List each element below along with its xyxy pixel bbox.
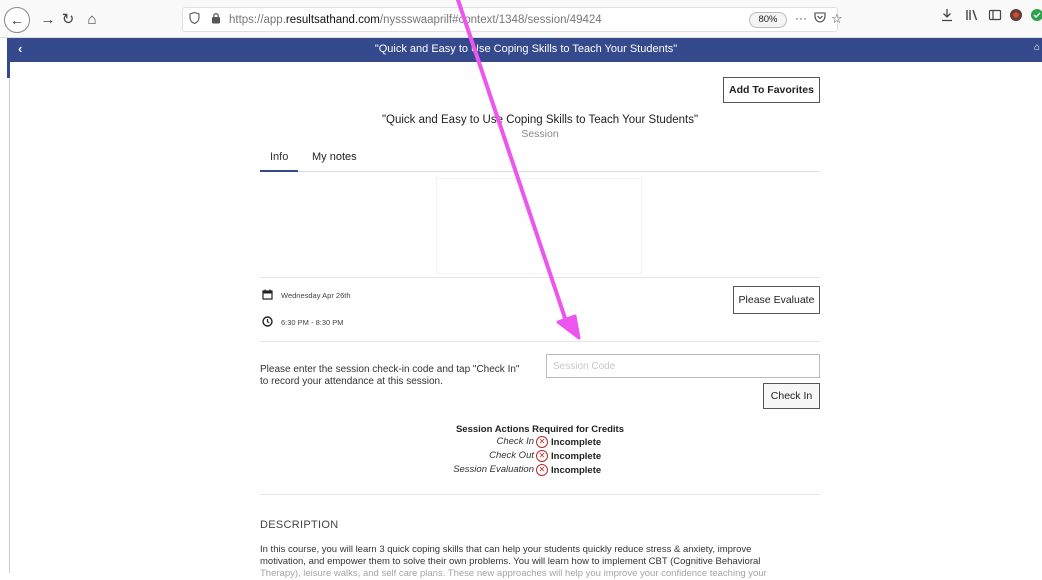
calendar-icon bbox=[262, 289, 273, 303]
browser-reload-button[interactable]: ↻ bbox=[56, 7, 80, 31]
active-tab-indicator bbox=[260, 170, 298, 172]
lock-icon[interactable] bbox=[211, 12, 223, 27]
divider bbox=[260, 494, 820, 495]
tab-my-notes[interactable]: My notes bbox=[312, 151, 357, 163]
url-text[interactable]: https://app.resultsathand.com/nyssswaapr… bbox=[229, 14, 602, 26]
description-line: In this course, you will learn 3 quick c… bbox=[260, 544, 752, 555]
requirement-status-text: Incomplete bbox=[551, 464, 602, 476]
session-tabs: Info My notes bbox=[260, 148, 820, 172]
incomplete-x-icon: ✕ bbox=[536, 464, 548, 476]
pocket-icon[interactable] bbox=[814, 11, 826, 26]
description-line: Therapy), leisure walks, and self care p… bbox=[260, 568, 767, 579]
session-image bbox=[436, 178, 642, 274]
tracking-shield-icon[interactable] bbox=[189, 11, 203, 27]
requirement-label: Session Evaluation bbox=[453, 464, 534, 475]
divider bbox=[260, 277, 820, 278]
requirement-status: ✕ Incomplete bbox=[536, 436, 601, 448]
header-home-icon[interactable]: ⌂ bbox=[1034, 42, 1040, 53]
browser-toolbar: ← → ↻ ⌂ https://app.resultsathand.com/ny… bbox=[0, 0, 1042, 38]
arrow-right-icon: → bbox=[40, 10, 56, 28]
session-date: Wednesday Apr 26th bbox=[281, 291, 351, 300]
session-subtitle: Session bbox=[521, 128, 559, 140]
annotation-arrow bbox=[456, 0, 581, 340]
zoom-level-badge[interactable]: 80% bbox=[749, 12, 787, 28]
home-icon: ⌂ bbox=[87, 10, 97, 28]
requirement-status: ✕ Incomplete bbox=[536, 450, 601, 462]
bookmark-star-icon[interactable]: ☆ bbox=[831, 11, 843, 27]
description-body: In this course, you will learn 3 quick c… bbox=[260, 544, 820, 580]
left-edge-strip bbox=[0, 38, 10, 573]
description-heading: DESCRIPTION bbox=[260, 519, 339, 531]
requirement-status-text: Incomplete bbox=[551, 436, 602, 448]
url-host: resultsathand.com bbox=[285, 13, 380, 26]
header-title: "Quick and Easy to Use Coping Skills to … bbox=[374, 43, 678, 55]
description-line: motivation, and empower them to solve th… bbox=[260, 556, 761, 567]
url-prefix: https://app. bbox=[229, 13, 286, 26]
reload-icon: ↻ bbox=[61, 11, 75, 28]
arrow-left-icon: ← bbox=[10, 12, 24, 28]
tab-info[interactable]: Info bbox=[270, 151, 288, 163]
requirement-status: ✕ Incomplete bbox=[536, 464, 601, 476]
browser-home-button[interactable]: ⌂ bbox=[80, 7, 104, 31]
requirement-row: Check In ✕ Incomplete bbox=[260, 436, 820, 448]
requirement-row: Session Evaluation ✕ Incomplete bbox=[260, 464, 820, 476]
url-path: /nyssswaaprilf#context/1348/session/4942… bbox=[379, 13, 602, 26]
page-actions-more-icon[interactable]: ··· bbox=[795, 11, 807, 25]
incomplete-x-icon: ✕ bbox=[536, 450, 548, 462]
requirement-label: Check Out bbox=[489, 450, 534, 461]
downloads-icon[interactable] bbox=[940, 8, 954, 25]
check-in-button[interactable]: Check In bbox=[763, 383, 820, 409]
clock-icon bbox=[262, 316, 273, 330]
requirement-status-text: Incomplete bbox=[551, 450, 602, 462]
divider bbox=[260, 341, 820, 342]
extension-check-icon[interactable] bbox=[1030, 8, 1042, 25]
session-code-input[interactable] bbox=[546, 354, 820, 378]
incomplete-x-icon: ✕ bbox=[536, 436, 548, 448]
session-title: "Quick and Easy to Use Coping Skills to … bbox=[381, 114, 699, 126]
requirements-title: Session Actions Required for Credits bbox=[455, 424, 625, 435]
app-header-bar: ‹ "Quick and Easy to Use Coping Skills t… bbox=[10, 38, 1042, 62]
checkin-prompt: Please enter the session check-in code a… bbox=[260, 364, 520, 387]
please-evaluate-button[interactable]: Please Evaluate bbox=[733, 286, 820, 314]
url-bar[interactable]: https://app.resultsathand.com/nyssswaapr… bbox=[182, 7, 843, 32]
sidebar-icon[interactable] bbox=[988, 8, 1002, 25]
browser-back-button[interactable]: ← bbox=[4, 7, 30, 33]
library-icon[interactable] bbox=[965, 8, 979, 25]
account-avatar-icon[interactable] bbox=[1009, 8, 1023, 25]
requirement-label: Check In bbox=[496, 436, 535, 447]
add-to-favorites-button[interactable]: Add To Favorites bbox=[723, 77, 820, 103]
session-time: 6:30 PM - 8:30 PM bbox=[281, 318, 344, 327]
requirement-row: Check Out ✕ Incomplete bbox=[260, 450, 820, 462]
